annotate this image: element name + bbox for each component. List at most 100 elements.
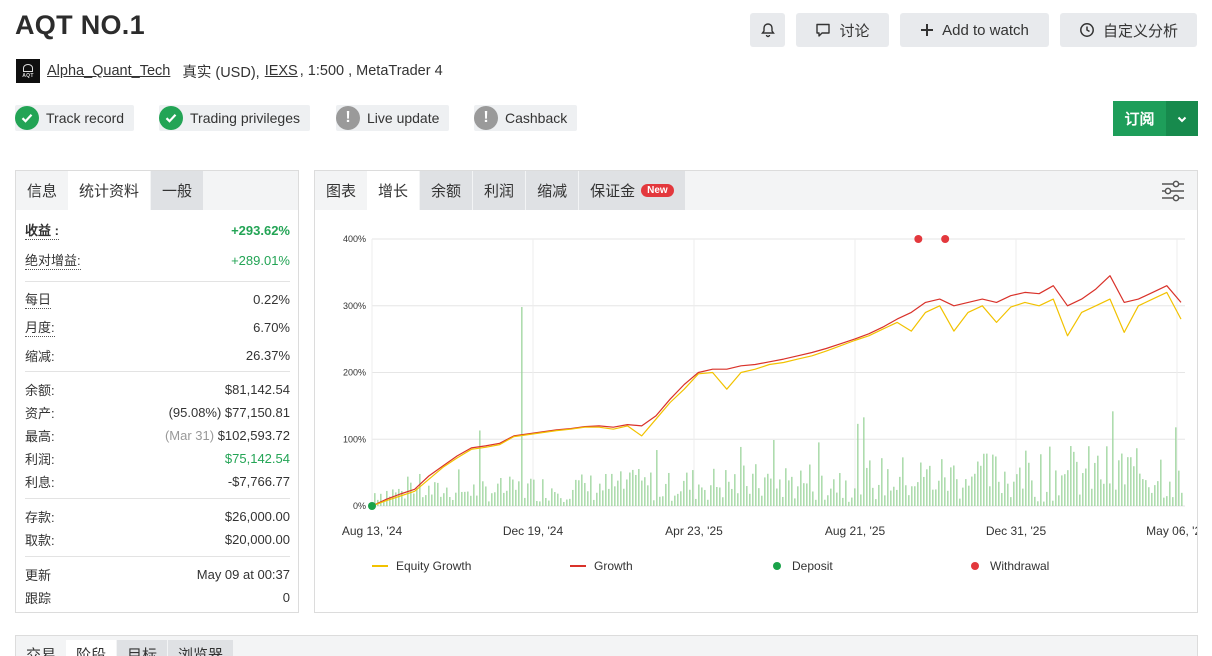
activity-bar [1166,496,1168,506]
activity-bar [1115,489,1117,506]
activity-bar [581,474,583,506]
activity-bar [1067,470,1069,506]
subscribe-button[interactable]: 订阅 [1113,101,1198,136]
activity-bar [965,479,967,506]
legend-growth[interactable]: Growth [570,559,633,573]
legend-label: Growth [594,559,633,573]
activity-bar [911,486,913,506]
activity-bar [962,487,964,506]
withdrawal-marker [914,235,923,243]
activity-bar [1100,479,1102,506]
deposit-marker [368,502,376,510]
tab-browser[interactable]: 浏览器 [168,640,234,656]
activity-bar [1055,470,1057,506]
activity-bar [782,496,784,506]
chart-settings-button[interactable] [1161,180,1185,202]
activity-bar [1103,483,1105,506]
tab-drawdown[interactable]: 缩减 [526,171,579,210]
legend-equity-growth[interactable]: Equity Growth [372,559,471,573]
activity-bar [1001,493,1003,506]
activity-bar [863,417,865,506]
add-to-watch-button[interactable]: Add to watch [900,13,1049,47]
activity-bar [1142,479,1144,506]
custom-analysis-button[interactable]: 自定义分析 [1060,13,1197,47]
x-tick-label: May 06, '26 [1146,524,1197,538]
growth-chart[interactable]: 0% 100% 200% 300% 400% Aug 13, '24 Dec 19, '24… [315,221,1197,581]
activity-bar [1004,471,1006,506]
activity-bar [614,486,616,506]
badge-live-update[interactable]: ! Live update [336,105,450,131]
drawdown-label: 缩减: [25,348,55,364]
activity-bar [1076,461,1078,506]
legend-withdrawal[interactable]: Withdrawal [971,559,1049,573]
activity-bar [539,501,541,506]
add-to-watch-label: Add to watch [942,21,1029,39]
custom-analysis-label: 自定义分析 [1102,22,1178,40]
subscribe-label[interactable]: 订阅 [1113,101,1166,136]
badge-cashback[interactable]: ! Cashback [474,105,578,131]
activity-bar [461,491,463,506]
tab-periods[interactable]: 阶段 [66,640,117,656]
activity-bar [890,490,892,506]
tab-balance[interactable]: 余额 [420,171,473,210]
tab-trades[interactable]: 交易 [16,640,66,656]
x-tick-label: Dec 31, '25 [986,524,1047,538]
activity-bar [425,495,427,506]
activity-bar [431,494,433,506]
activity-bar [1175,427,1177,506]
activity-bar [878,484,880,506]
growth-line-swatch [570,565,586,567]
activity-bar [743,465,745,506]
tab-info[interactable]: 信息 [16,171,68,210]
badge-trading-privileges[interactable]: Trading privileges [159,105,310,131]
activity-bar [680,491,682,506]
activity-bar [470,495,472,506]
owner-link[interactable]: Alpha_Quant_Tech [47,63,170,79]
tab-goals[interactable]: 目标 [117,640,168,656]
broker-link[interactable]: IEXS [265,63,298,79]
activity-bar [1151,492,1153,506]
activity-bar [557,493,559,506]
activity-bar [428,485,430,506]
equity-line-swatch [372,565,388,567]
tab-margin-label: 保证金 [590,183,636,200]
activity-bar [689,489,691,506]
activity-bar [452,499,454,506]
activity-bar [770,478,772,506]
activity-bar [617,480,619,506]
activity-bar [944,477,946,506]
tab-margin[interactable]: 保证金 New [579,171,685,210]
activity-bar [548,500,550,506]
tab-chart[interactable]: 图表 [315,171,367,210]
activity-bar [662,496,664,506]
tab-statistics[interactable]: 统计资料 [68,171,151,210]
activity-bar [806,483,808,506]
activity-bar [929,465,931,506]
activity-bar [752,473,754,506]
badge-track-record[interactable]: Track record [15,105,135,131]
activity-bar [728,481,730,506]
activity-bar [1082,473,1084,506]
activity-bar [1025,450,1027,506]
tab-profit[interactable]: 利润 [473,171,526,210]
subscribe-dropdown[interactable] [1166,101,1198,136]
activity-bar [632,469,634,506]
tab-general[interactable]: 一般 [151,171,204,210]
activity-bar [1154,485,1156,506]
notification-button[interactable] [750,13,785,47]
activity-bar [458,469,460,506]
x-tick-label: Apr 23, '25 [665,524,723,538]
activity-bar [716,487,718,506]
discuss-button[interactable]: 讨论 [796,13,889,47]
activity-bar [833,479,835,506]
activity-bar [1064,474,1066,506]
tab-growth[interactable]: 增长 [367,171,420,210]
legend-deposit[interactable]: Deposit [773,559,833,573]
gain-value: +293.62% [231,222,290,238]
page-title: AQT NO.1 [15,10,145,40]
activity-bar [500,478,502,506]
activity-bar [1133,466,1135,506]
activity-bar [821,475,823,506]
activity-bar [566,499,568,506]
activity-bar [1121,453,1123,506]
